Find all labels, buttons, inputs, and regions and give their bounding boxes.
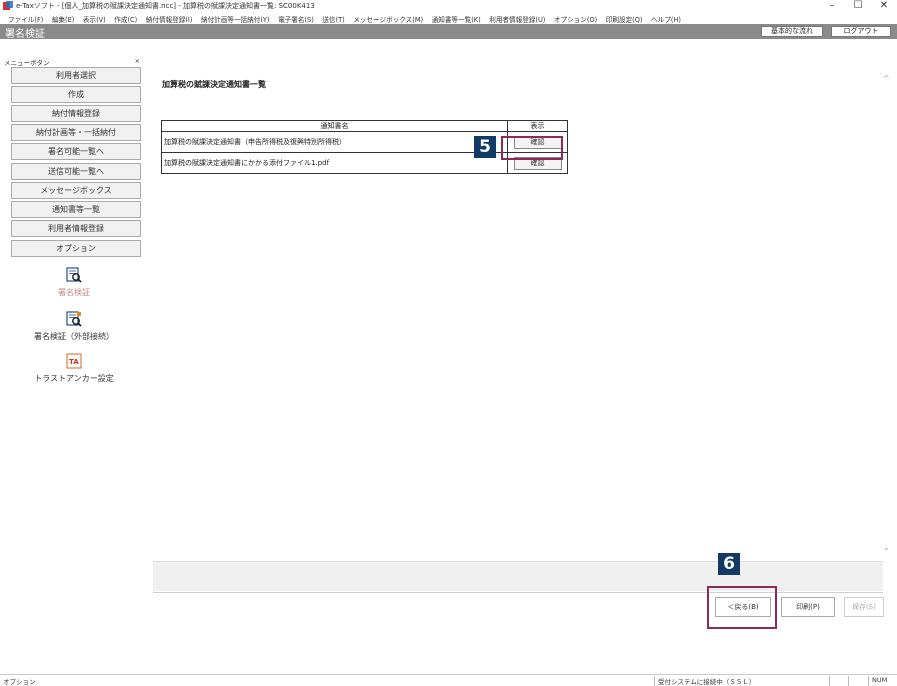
- page-title: 加算税の賦課決定通知書一覧: [162, 80, 266, 89]
- tool-trust-anchor-label: トラストアンカー設定: [34, 374, 114, 383]
- status-bar: オプション 受付システムに接続中（ＳＳＬ） NUM: [0, 674, 897, 686]
- notice-name-cell: 加算税の賦課決定通知書にかかる添付ファイル1.pdf: [161, 152, 508, 174]
- menu-print-settings[interactable]: 印刷設定(Q): [606, 14, 643, 24]
- sidebar-item-create[interactable]: 作成: [11, 86, 141, 103]
- menu-button-header-label: メニューボタン: [4, 59, 50, 67]
- sidebar-item-signable-list[interactable]: 署名可能一覧へ: [11, 143, 141, 160]
- step-marker-5: 5: [474, 136, 496, 158]
- scroll-down-icon[interactable]: ⌄: [883, 543, 890, 552]
- sidebar-close-icon[interactable]: ×: [135, 57, 140, 65]
- tool-signature-verify-label: 署名検証: [58, 288, 90, 297]
- menu-e-signature[interactable]: 電子署名(S): [278, 14, 314, 24]
- sidebar-item-user-select[interactable]: 利用者選択: [11, 67, 141, 84]
- trust-anchor-icon: TA: [66, 353, 82, 369]
- sidebar-item-message-box[interactable]: メッセージボックス: [11, 182, 141, 199]
- menu-button-header: メニューボタン ×: [4, 57, 144, 67]
- menu-bar: ファイル(F) 編集(E) 表示(V) 作成(C) 納付情報登録(I) 納付計画…: [0, 12, 897, 24]
- confirm-button-highlight: [501, 136, 563, 160]
- menu-edit[interactable]: 編集(E): [52, 14, 75, 24]
- menu-file[interactable]: ファイル(F): [8, 14, 43, 24]
- menu-notices[interactable]: 通知書等一覧(K): [432, 14, 481, 24]
- menu-payment-plan[interactable]: 納付計画等一括納付(Y): [201, 14, 270, 24]
- screen-header: 署名検証 基本的な流れ ログアウト: [0, 24, 897, 40]
- sidebar-item-sendable-list[interactable]: 送信可能一覧へ: [11, 163, 141, 180]
- notice-name-cell: 加算税の賦課決定通知書（申告所得税及復興特別所得税）: [161, 131, 508, 153]
- signature-verify-external-icon: [66, 311, 82, 327]
- maximize-button[interactable]: ☐: [846, 0, 870, 11]
- step-marker-6: 6: [718, 553, 740, 575]
- table-header-row: 通知書名 表示: [161, 120, 568, 132]
- tool-signature-verify-external[interactable]: 署名検証（外部接続）: [0, 311, 148, 342]
- title-bar: e-Taxソフト - [個人_加算税の賦課決定通知書.ncc] - 加算税の賦課…: [0, 0, 897, 12]
- logout-button[interactable]: ログアウト: [831, 26, 891, 37]
- column-header-display: 表示: [507, 120, 568, 132]
- menu-options[interactable]: オプション(O): [554, 14, 597, 24]
- tool-signature-verify[interactable]: 署名検証: [0, 267, 148, 298]
- menu-payment-info[interactable]: 納付情報登録(I): [146, 14, 193, 24]
- status-cell-empty-2: [848, 676, 868, 686]
- num-lock-indicator: NUM: [868, 676, 896, 686]
- menu-user-info[interactable]: 利用者情報登録(U): [489, 14, 545, 24]
- back-button[interactable]: ＜戻る(B): [715, 597, 771, 617]
- connection-status: 受付システムに接続中（ＳＳＬ）: [654, 676, 826, 686]
- menu-send[interactable]: 送信(T): [322, 14, 344, 24]
- tool-signature-verify-external-label: 署名検証（外部接続）: [34, 332, 114, 341]
- sidebar-item-options[interactable]: オプション: [11, 240, 141, 257]
- scroll-up-icon[interactable]: ^: [883, 74, 890, 83]
- sidebar-item-payment-plan[interactable]: 納付計画等・一括納付: [11, 124, 141, 141]
- save-button: 保存(S): [844, 597, 884, 617]
- close-button[interactable]: ✕: [872, 0, 896, 11]
- window-title: e-Taxソフト - [個人_加算税の賦課決定通知書.ncc] - 加算税の賦課…: [16, 2, 315, 10]
- sidebar-item-payment-info[interactable]: 納付情報登録: [11, 105, 141, 122]
- signature-verify-icon: [66, 267, 82, 283]
- minimize-button[interactable]: –: [820, 0, 844, 11]
- menu-help[interactable]: ヘルプ(H): [651, 14, 681, 24]
- status-left-text: オプション: [3, 678, 36, 686]
- etax-app-icon: [3, 1, 13, 10]
- sidebar-item-user-info[interactable]: 利用者情報登録: [11, 220, 141, 237]
- print-button[interactable]: 印刷(P): [781, 597, 835, 617]
- menu-view[interactable]: 表示(V): [83, 14, 106, 24]
- status-cell-empty: [829, 676, 846, 686]
- menu-create[interactable]: 作成(C): [114, 14, 137, 24]
- column-header-notice-name: 通知書名: [161, 120, 508, 132]
- trust-anchor-icon-text: TA: [69, 358, 79, 366]
- basic-flow-button[interactable]: 基本的な流れ: [761, 26, 823, 37]
- sidebar-item-notices[interactable]: 通知書等一覧: [11, 201, 141, 218]
- menu-message-box[interactable]: メッセージボックス(M): [353, 14, 423, 24]
- tool-trust-anchor[interactable]: TA トラストアンカー設定: [0, 353, 148, 384]
- screen-title: 署名検証: [5, 29, 45, 40]
